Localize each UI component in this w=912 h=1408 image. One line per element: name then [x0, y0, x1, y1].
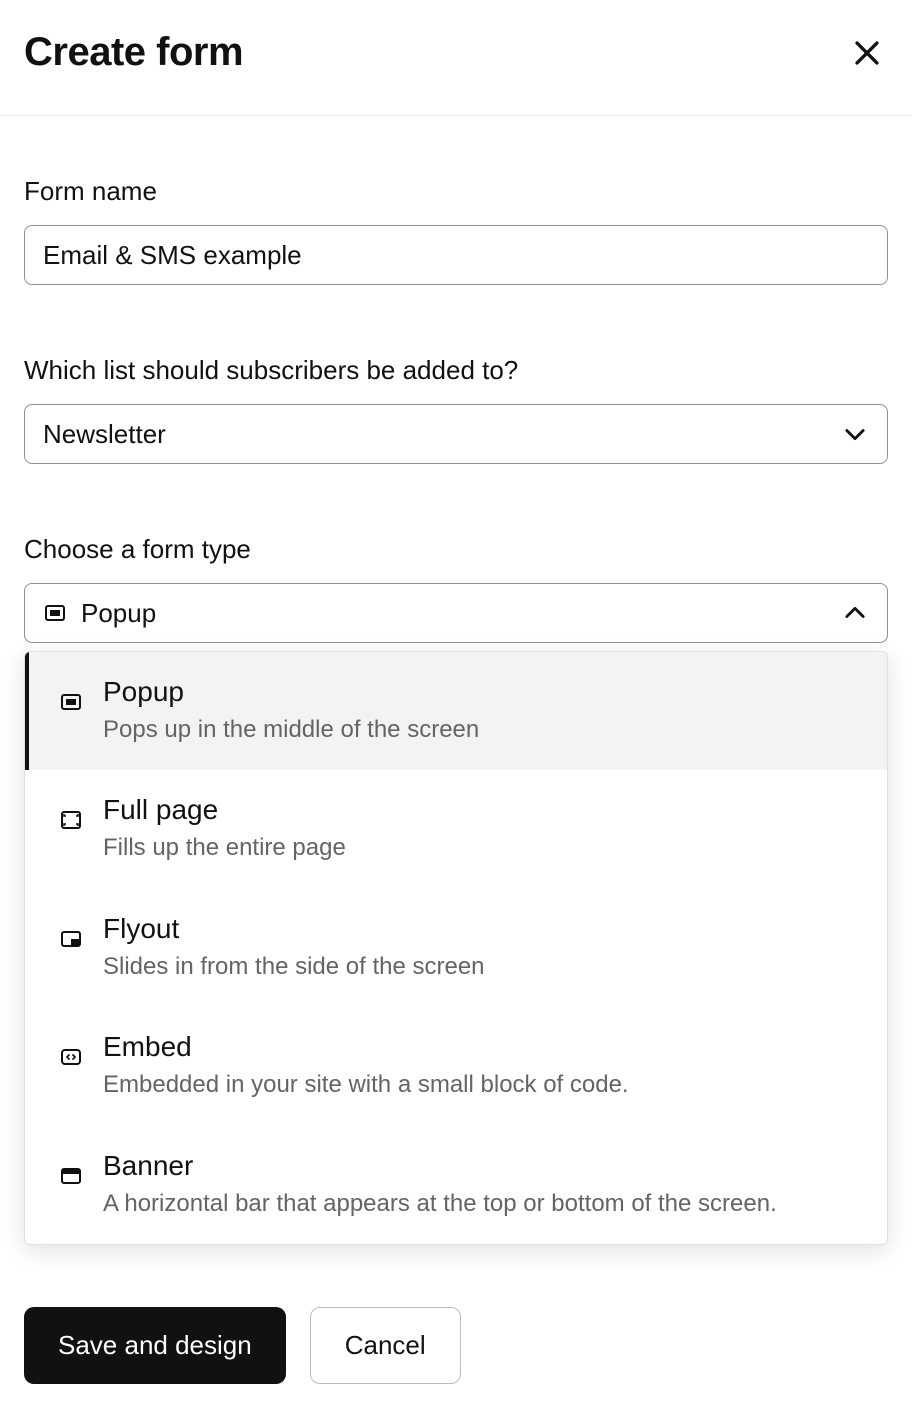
option-title: Flyout: [103, 913, 485, 945]
list-label: Which list should subscribers be added t…: [24, 355, 888, 386]
close-button[interactable]: [846, 32, 888, 74]
embed-icon: [59, 1045, 83, 1069]
option-desc: Slides in from the side of the screen: [103, 951, 485, 983]
form-name-input[interactable]: [24, 225, 888, 285]
modal-content: Form name Which list should subscribers …: [0, 116, 912, 643]
option-desc: Fills up the entire page: [103, 832, 346, 864]
form-name-label: Form name: [24, 176, 888, 207]
option-embed[interactable]: Embed Embedded in your site with a small…: [25, 1007, 887, 1125]
list-select[interactable]: Newsletter: [24, 404, 888, 464]
popup-icon: [43, 601, 67, 625]
chevron-down-icon: [841, 420, 869, 448]
option-desc: Embedded in your site with a small block…: [103, 1069, 629, 1101]
form-type-label: Choose a form type: [24, 534, 888, 565]
option-desc: Pops up in the middle of the screen: [103, 714, 479, 746]
popup-icon: [59, 690, 83, 714]
list-selected-value: Newsletter: [43, 419, 166, 450]
chevron-up-icon: [841, 599, 869, 627]
option-title: Full page: [103, 794, 346, 826]
close-icon: [850, 36, 884, 70]
banner-icon: [59, 1164, 83, 1188]
list-field: Which list should subscribers be added t…: [24, 355, 888, 464]
form-type-field: Choose a form type Popup Popup Pops up i…: [24, 534, 888, 643]
option-full-page[interactable]: Full page Fills up the entire page: [25, 770, 887, 888]
option-title: Banner: [103, 1150, 777, 1182]
option-title: Embed: [103, 1031, 629, 1063]
flyout-icon: [59, 927, 83, 951]
modal-footer: Save and design Cancel: [0, 1283, 912, 1408]
save-and-design-button[interactable]: Save and design: [24, 1307, 286, 1384]
option-flyout[interactable]: Flyout Slides in from the side of the sc…: [25, 889, 887, 1007]
form-type-dropdown: Popup Pops up in the middle of the scree…: [24, 651, 888, 1245]
create-form-modal: Create form Form name Which list should …: [0, 0, 912, 1408]
form-type-selected-value: Popup: [81, 598, 156, 629]
form-name-field: Form name: [24, 176, 888, 285]
modal-title: Create form: [24, 30, 243, 75]
fullpage-icon: [59, 808, 83, 832]
cancel-button[interactable]: Cancel: [310, 1307, 461, 1384]
modal-header: Create form: [0, 0, 912, 115]
form-type-select[interactable]: Popup: [24, 583, 888, 643]
option-desc: A horizontal bar that appears at the top…: [103, 1188, 777, 1220]
option-banner[interactable]: Banner A horizontal bar that appears at …: [25, 1126, 887, 1244]
option-popup[interactable]: Popup Pops up in the middle of the scree…: [25, 652, 887, 770]
option-title: Popup: [103, 676, 479, 708]
